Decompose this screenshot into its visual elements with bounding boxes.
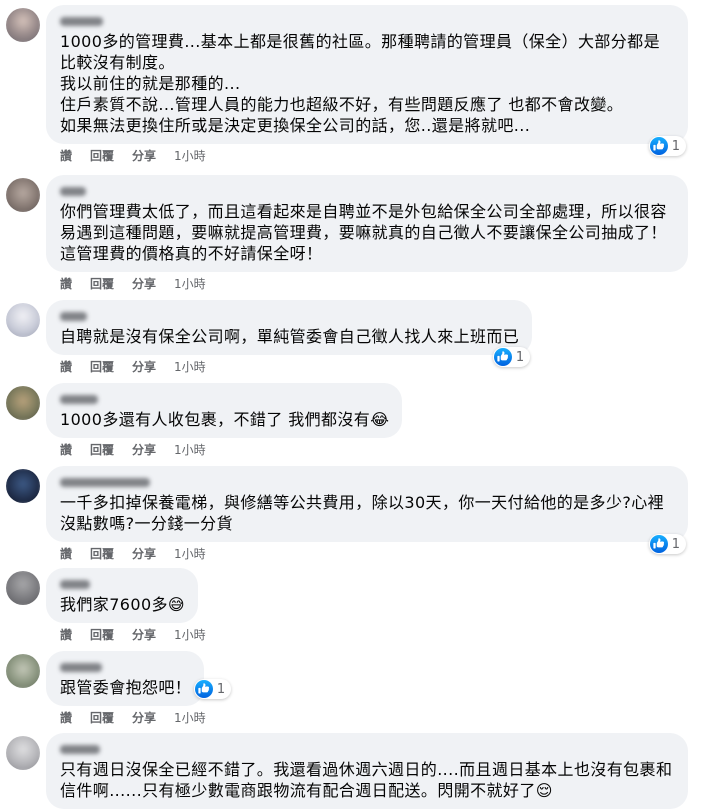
reaction-count: 1 [515, 349, 525, 365]
reaction-count: 1 [216, 681, 226, 697]
comment-bubble: 我們家7600多😅 [46, 568, 198, 623]
comment: 只有週日沒保全已經不錯了。我還看過休週六週日的....而且週日基本上也沒有包裹和… [0, 733, 709, 809]
comment: 一千多扣掉保養電梯，與修繕等公共費用，除以30天，你一天付給他的是多少?心裡沒點… [0, 466, 709, 563]
comment-bubble: 一千多扣掉保養電梯，與修繕等公共費用，除以30天，你一天付給他的是多少?心裡沒點… [46, 466, 688, 554]
like-reaction-icon [195, 680, 213, 698]
comment-timestamp[interactable]: 1小時 [174, 711, 206, 725]
reaction-badge[interactable]: 1 [193, 679, 232, 699]
commenter-avatar[interactable] [6, 571, 40, 605]
share-action[interactable]: 分享 [132, 149, 156, 163]
like-reaction-icon [650, 535, 668, 553]
commenter-name[interactable] [60, 391, 389, 409]
share-action[interactable]: 分享 [132, 628, 156, 642]
comment-actions: 讚 回覆 分享 1小時 [46, 545, 709, 563]
share-action[interactable]: 分享 [132, 277, 156, 291]
like-action[interactable]: 讚 [60, 277, 72, 291]
commenter-avatar[interactable] [6, 736, 40, 770]
reaction-badge[interactable]: 1 [492, 347, 531, 367]
like-reaction-icon [650, 137, 668, 155]
comment-text: 你們管理費太低了，而且這看起來是自聘並不是外包給保全公司全部處理，所以很容易遇到… [60, 202, 667, 263]
comment-text: 我們家7600多😅 [60, 595, 185, 614]
share-action[interactable]: 分享 [132, 547, 156, 561]
commenter-name[interactable] [60, 474, 675, 492]
comment-text: 1000多的管理費...基本上都是很舊的社區。那種聘請的管理員（保全）大部分都是… [60, 32, 660, 135]
reaction-badge[interactable]: 1 [648, 136, 686, 156]
comment: 1000多還有人收包裹，不錯了 我們都沒有😂 讚 回覆 分享 1小時 [0, 383, 709, 459]
like-action[interactable]: 讚 [60, 360, 72, 374]
like-action[interactable]: 讚 [60, 547, 72, 561]
comment: 你們管理費太低了，而且這看起來是自聘並不是外包給保全公司全部處理，所以很容易遇到… [0, 175, 709, 293]
reply-action[interactable]: 回覆 [90, 277, 114, 291]
reply-action[interactable]: 回覆 [90, 711, 114, 725]
commenter-name[interactable] [60, 13, 675, 31]
reaction-count: 1 [671, 138, 680, 154]
share-action[interactable]: 分享 [132, 443, 156, 457]
comment-bubble: 1000多還有人收包裹，不錯了 我們都沒有😂 [46, 383, 403, 438]
comment-bubble: 你們管理費太低了，而且這看起來是自聘並不是外包給保全公司全部處理，所以很容易遇到… [46, 175, 688, 272]
commenter-avatar[interactable] [6, 386, 40, 420]
like-action[interactable]: 讚 [60, 711, 72, 725]
comment-text: 1000多還有人收包裹，不錯了 我們都沒有😂 [60, 410, 390, 429]
comment-bubble: 自聘就是沒有保全公司啊，單純管委會自己徵人找人來上班而已 1 [46, 300, 533, 367]
reply-action[interactable]: 回覆 [90, 628, 114, 642]
comment-actions: 讚 回覆 分享 1小時 [46, 358, 709, 376]
reaction-badge[interactable]: 1 [648, 534, 686, 554]
like-reaction-icon [494, 348, 512, 366]
comment: 自聘就是沒有保全公司啊，單純管委會自己徵人找人來上班而已 1 讚 回覆 分享 1小時 [0, 300, 709, 376]
commenter-avatar[interactable] [6, 178, 40, 212]
commenter-name[interactable] [60, 308, 519, 326]
commenter-name[interactable] [60, 741, 675, 759]
comment-bubble: 跟管委會抱怨吧！ 1 [46, 651, 232, 706]
comment: 我們家7600多😅 讚 回覆 分享 1小時 [0, 568, 709, 644]
comment-bubble: 1000多的管理費...基本上都是很舊的社區。那種聘請的管理員（保全）大部分都是… [46, 5, 688, 156]
reply-action[interactable]: 回覆 [90, 360, 114, 374]
commenter-name[interactable] [60, 183, 675, 201]
share-action[interactable]: 分享 [132, 711, 156, 725]
commenter-name[interactable] [60, 576, 185, 594]
reaction-count: 1 [671, 536, 680, 552]
comment-timestamp[interactable]: 1小時 [174, 547, 206, 561]
like-action[interactable]: 讚 [60, 149, 72, 163]
comment-timestamp[interactable]: 1小時 [174, 628, 206, 642]
share-action[interactable]: 分享 [132, 360, 156, 374]
comment-text: 跟管委會抱怨吧！ [60, 678, 192, 697]
comment-timestamp[interactable]: 1小時 [174, 443, 206, 457]
like-action[interactable]: 讚 [60, 628, 72, 642]
comment-timestamp[interactable]: 1小時 [174, 360, 206, 374]
comment-actions: 讚 回覆 分享 1小時 [46, 441, 709, 459]
comment-timestamp[interactable]: 1小時 [174, 277, 206, 291]
comment-actions: 讚 回覆 分享 1小時 [46, 709, 709, 727]
commenter-name[interactable] [60, 659, 191, 677]
reply-action[interactable]: 回覆 [90, 149, 114, 163]
commenter-avatar[interactable] [6, 8, 40, 42]
comment-timestamp[interactable]: 1小時 [174, 149, 206, 163]
comment: 跟管委會抱怨吧！ 1 讚 回覆 分享 1小時 [0, 651, 709, 727]
comment-text: 自聘就是沒有保全公司啊，單純管委會自己徵人找人來上班而已 [60, 327, 520, 346]
comment-text: 只有週日沒保全已經不錯了。我還看過休週六週日的....而且週日基本上也沒有包裹和… [60, 760, 673, 800]
comment-actions: 讚 回覆 分享 1小時 [46, 626, 709, 644]
commenter-avatar[interactable] [6, 654, 40, 688]
reply-action[interactable]: 回覆 [90, 443, 114, 457]
comment-actions: 讚 回覆 分享 1小時 [46, 147, 709, 165]
comment: 1000多的管理費...基本上都是很舊的社區。那種聘請的管理員（保全）大部分都是… [0, 5, 709, 165]
comment-text: 一千多扣掉保養電梯，與修繕等公共費用，除以30天，你一天付給他的是多少?心裡沒點… [60, 493, 665, 533]
like-action[interactable]: 讚 [60, 443, 72, 457]
commenter-avatar[interactable] [6, 303, 40, 337]
reply-action[interactable]: 回覆 [90, 547, 114, 561]
comment-bubble: 只有週日沒保全已經不錯了。我還看過休週六週日的....而且週日基本上也沒有包裹和… [46, 733, 688, 809]
comment-actions: 讚 回覆 分享 1小時 [46, 275, 709, 293]
commenter-avatar[interactable] [6, 469, 40, 503]
